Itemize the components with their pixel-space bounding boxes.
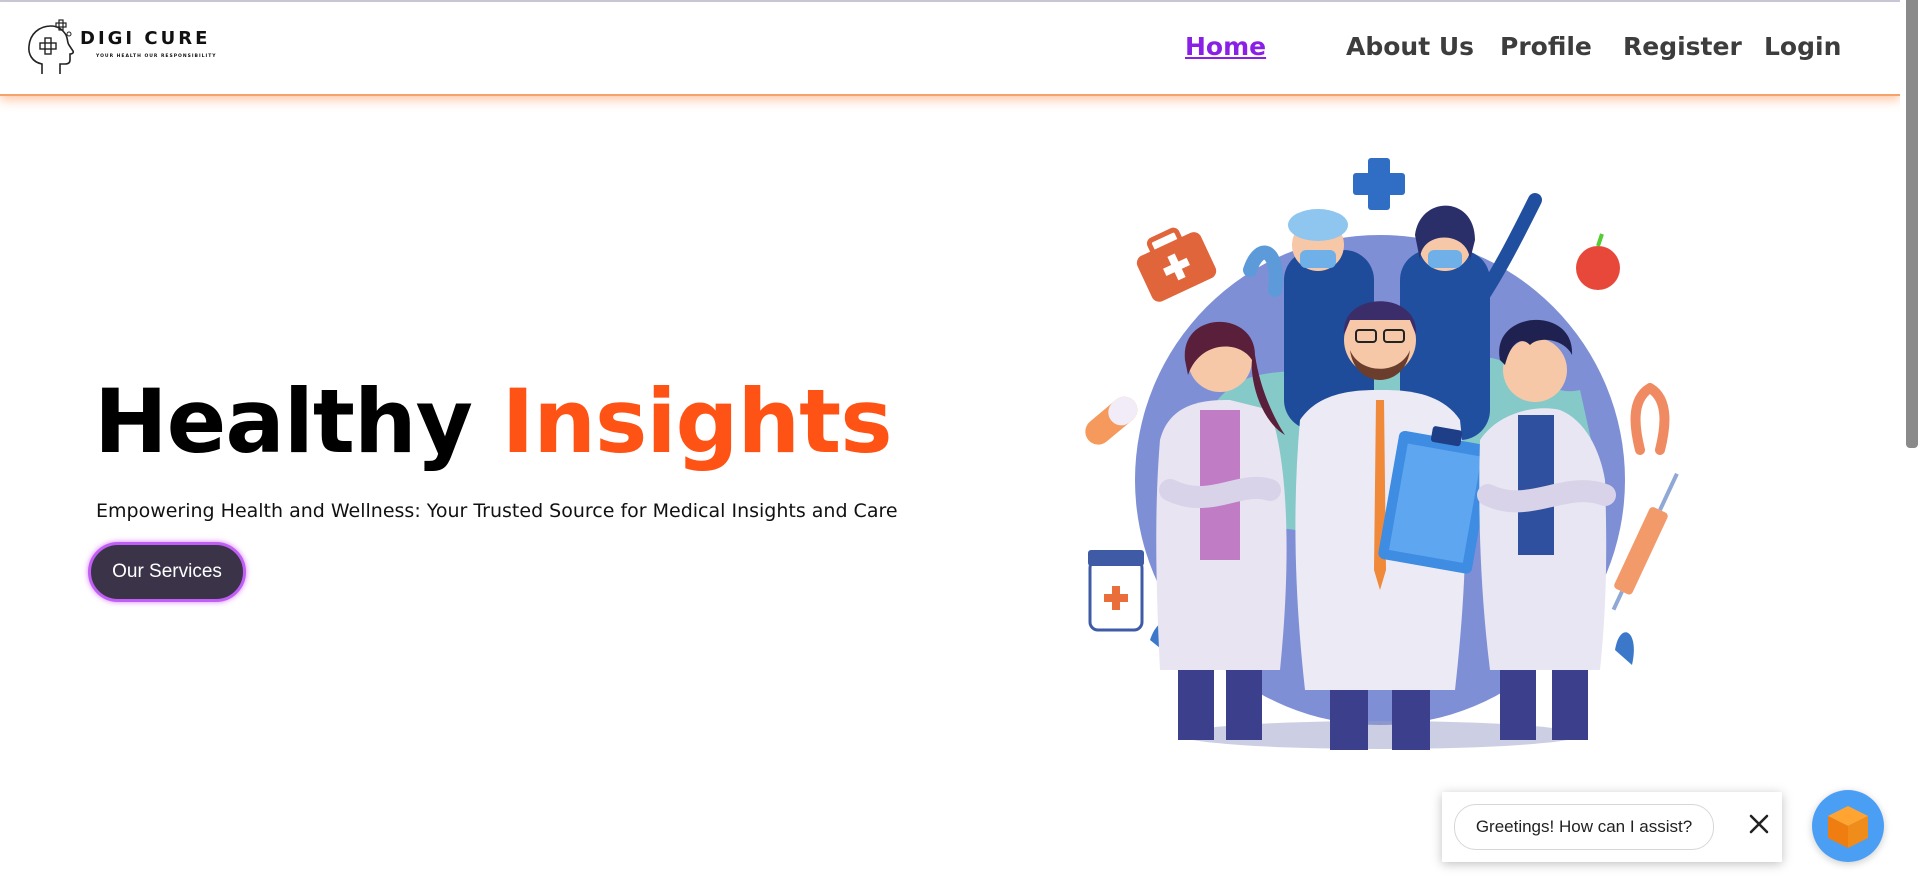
nav-register-link[interactable]: Register (1623, 32, 1742, 61)
our-services-button[interactable]: Our Services (88, 542, 246, 602)
hero-title: Healthy Insights (94, 370, 893, 473)
brand-tagline: YOUR HEALTH OUR RESPONSIBILITY (96, 54, 217, 59)
nav-home-link[interactable]: Home (1185, 32, 1266, 61)
chat-popup: Greetings! How can I assist? (1442, 792, 1782, 862)
head-cross-icon (28, 19, 75, 74)
medical-team-illustration (1085, 158, 1679, 750)
brand-name: DIGI CURE (80, 28, 211, 49)
chat-greeting-bubble[interactable]: Greetings! How can I assist? (1454, 804, 1714, 850)
hero-subtitle: Empowering Health and Wellness: Your Tru… (96, 500, 898, 522)
close-icon[interactable] (1745, 810, 1773, 838)
cube-icon (1828, 806, 1868, 848)
hero-title-part1: Healthy (94, 370, 473, 473)
page-scrollbar-thumb[interactable] (1906, 0, 1918, 448)
top-navbar: DIGI CURE YOUR HEALTH OUR RESPONSIBILITY… (0, 2, 1900, 96)
nav-about-link[interactable]: About Us (1346, 32, 1474, 61)
hero-title-accent: Insights (501, 370, 893, 473)
nav-profile-link[interactable]: Profile (1500, 32, 1592, 61)
chat-launcher-button[interactable] (1812, 790, 1884, 862)
brand-logo[interactable]: DIGI CURE YOUR HEALTH OUR RESPONSIBILITY (22, 14, 232, 80)
nav-login-link[interactable]: Login (1764, 32, 1841, 61)
